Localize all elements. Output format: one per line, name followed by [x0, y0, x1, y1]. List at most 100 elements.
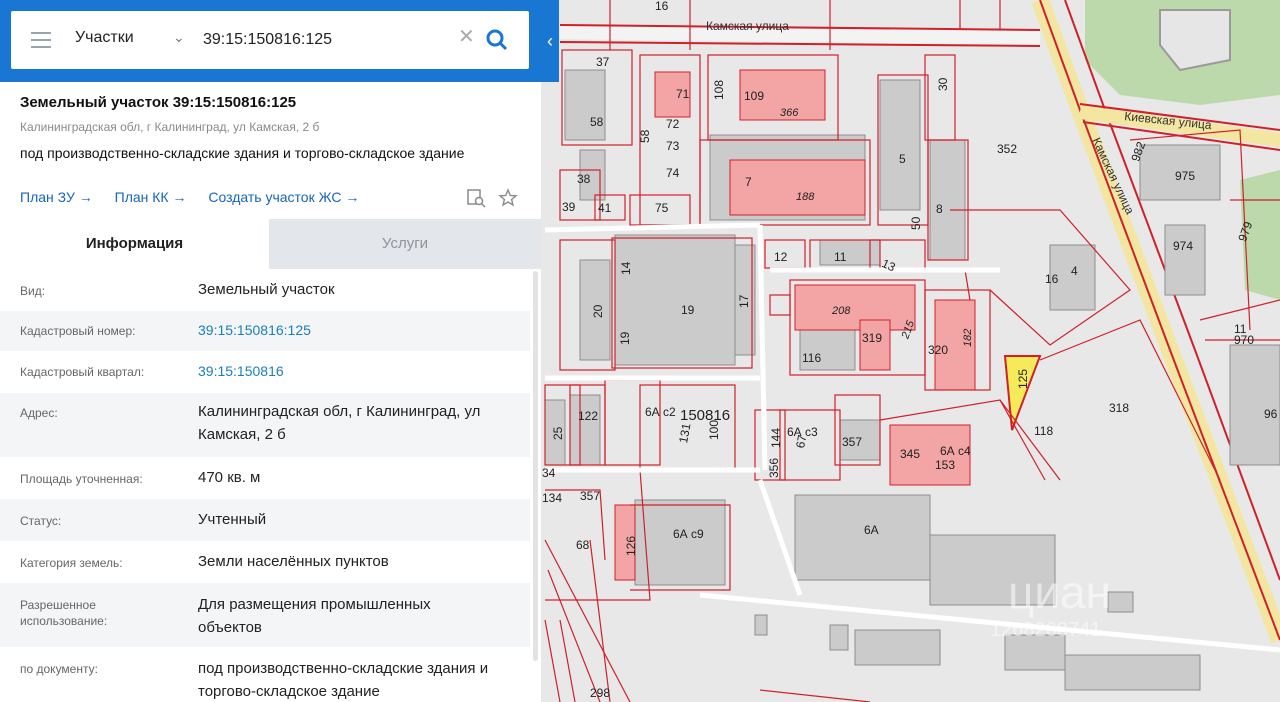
svg-text:318: 318	[1109, 401, 1129, 415]
locate-icon[interactable]	[466, 188, 486, 208]
svg-text:19: 19	[681, 303, 695, 317]
scroll-thumb[interactable]	[533, 271, 538, 661]
svg-text:25: 25	[551, 426, 565, 440]
svg-text:109: 109	[744, 89, 764, 103]
svg-text:357: 357	[842, 435, 862, 449]
svg-text:126: 126	[624, 536, 638, 556]
favorite-star-icon[interactable]	[498, 188, 518, 208]
svg-text:208: 208	[831, 305, 851, 317]
search-input[interactable]	[201, 27, 455, 53]
search-icon[interactable]	[485, 28, 509, 52]
row-label: по документу:	[20, 662, 98, 676]
row-area: Площадь уточненная: 470 кв. м	[0, 457, 530, 499]
svg-text:73: 73	[666, 139, 680, 153]
row-label: Кадастровый номер:	[20, 324, 136, 338]
row-address: Адрес: Калининградская обл, г Калинингра…	[0, 393, 530, 457]
svg-text:17: 17	[737, 294, 751, 308]
svg-text:58: 58	[590, 115, 604, 129]
svg-text:6А с9: 6А с9	[673, 527, 704, 541]
row-label: Площадь уточненная:	[20, 472, 143, 486]
svg-text:16: 16	[1045, 272, 1059, 286]
svg-text:357: 357	[580, 489, 600, 503]
svg-text:50: 50	[909, 216, 923, 230]
svg-text:356: 356	[767, 458, 781, 478]
tab-info[interactable]: Информация	[0, 219, 269, 269]
search-bar: Участки ⌄ ✕ ‹	[0, 0, 559, 82]
info-panel: Земельный участок 39:15:150816:125 Калин…	[0, 82, 541, 702]
svg-text:188: 188	[796, 191, 815, 203]
svg-text:4: 4	[1071, 264, 1078, 278]
svg-text:39: 39	[562, 200, 576, 214]
cadastral-quarter-link[interactable]: 39:15:150816	[198, 360, 523, 383]
svg-text:72: 72	[666, 117, 680, 131]
svg-text:182: 182	[962, 329, 974, 347]
svg-text:11: 11	[834, 250, 847, 264]
tabs: Информация Услуги	[0, 219, 541, 269]
row-by-document: по документу: под производственно-складс…	[0, 647, 530, 702]
row-land-category: Категория земель: Земли населённых пункт…	[0, 541, 530, 583]
svg-text:7: 7	[745, 175, 752, 189]
svg-text:970: 970	[1234, 333, 1254, 347]
row-label: Кадастровый квартал:	[20, 365, 145, 379]
row-label: Статус:	[20, 514, 62, 528]
svg-text:6А с2: 6А с2	[645, 405, 676, 419]
svg-text:974: 974	[1173, 239, 1193, 253]
svg-text:144: 144	[769, 428, 783, 448]
parcel-purpose: под производственно-складские здания и т…	[20, 145, 465, 161]
parcel-address: Калининградская обл, г Калининград, ул К…	[20, 120, 320, 134]
svg-text:118: 118	[1034, 424, 1053, 438]
row-value: Земельный участок	[198, 281, 335, 298]
svg-text:6А: 6А	[864, 523, 879, 537]
svg-text:975: 975	[1175, 169, 1195, 183]
create-parcel-link[interactable]: Создать участок ЖС →	[208, 189, 359, 205]
scrollbar[interactable]	[530, 269, 541, 702]
parcel-title: Земельный участок 39:15:150816:125	[20, 94, 297, 111]
chevron-down-icon[interactable]: ⌄	[173, 29, 185, 46]
svg-text:5: 5	[899, 152, 906, 166]
svg-text:12: 12	[774, 250, 788, 264]
row-permitted-use: Разрешенное использование: Для размещени…	[0, 583, 530, 647]
menu-icon[interactable]	[31, 32, 51, 48]
row-label: Вид:	[20, 284, 46, 298]
plan-zu-link[interactable]: План ЗУ →	[20, 189, 93, 205]
svg-text:68: 68	[576, 538, 590, 552]
plan-kk-link[interactable]: План КК →	[115, 189, 187, 205]
svg-text:6А с4: 6А с4	[940, 444, 971, 458]
svg-text:16: 16	[655, 0, 669, 13]
svg-text:30: 30	[936, 77, 950, 91]
svg-text:320: 320	[928, 343, 948, 357]
tab-services[interactable]: Услуги	[269, 219, 541, 269]
row-cadastral-quarter: Кадастровый квартал: 39:15:150816	[0, 351, 530, 393]
svg-text:345: 345	[900, 447, 920, 461]
row-label: Разрешенное использование:	[20, 598, 108, 628]
search-box: Участки ⌄ ✕	[11, 11, 529, 69]
svg-text:153: 153	[935, 458, 955, 472]
svg-text:циан: циан	[1008, 566, 1111, 618]
svg-text:37: 37	[596, 55, 610, 69]
svg-text:366: 366	[780, 107, 799, 119]
svg-text:96: 96	[1264, 407, 1278, 421]
svg-text:8: 8	[936, 202, 943, 216]
svg-text:116: 116	[802, 351, 821, 365]
layer-select[interactable]: Участки	[75, 29, 134, 47]
row-value: под производственно-складские здания и т…	[198, 660, 489, 700]
clear-icon[interactable]: ✕	[458, 27, 475, 47]
svg-text:14: 14	[619, 261, 633, 275]
cadastral-number-link[interactable]: 39:15:150816:125	[198, 319, 523, 342]
row-value: Для размещения промышленных объектов	[198, 596, 431, 636]
row-value: Калининградская обл, г Калининград, ул К…	[198, 403, 481, 443]
svg-text:19: 19	[618, 331, 632, 345]
svg-text:71: 71	[676, 87, 690, 101]
row-cadastral-number: Кадастровый номер: 39:15:150816:125	[0, 311, 530, 351]
svg-text:352: 352	[997, 142, 1017, 156]
svg-text:150816: 150816	[680, 407, 730, 424]
row-kind: Вид: Земельный участок	[0, 269, 530, 311]
row-label: Адрес:	[20, 406, 58, 420]
svg-text:134: 134	[542, 491, 562, 505]
svg-text:298: 298	[590, 686, 610, 700]
svg-text:75: 75	[655, 201, 669, 215]
svg-text:58: 58	[638, 129, 652, 143]
collapse-panel-icon[interactable]: ‹	[541, 28, 559, 54]
card-links: План ЗУ → План КК → Создать участок ЖС →	[20, 189, 377, 205]
svg-text:108: 108	[712, 80, 726, 100]
